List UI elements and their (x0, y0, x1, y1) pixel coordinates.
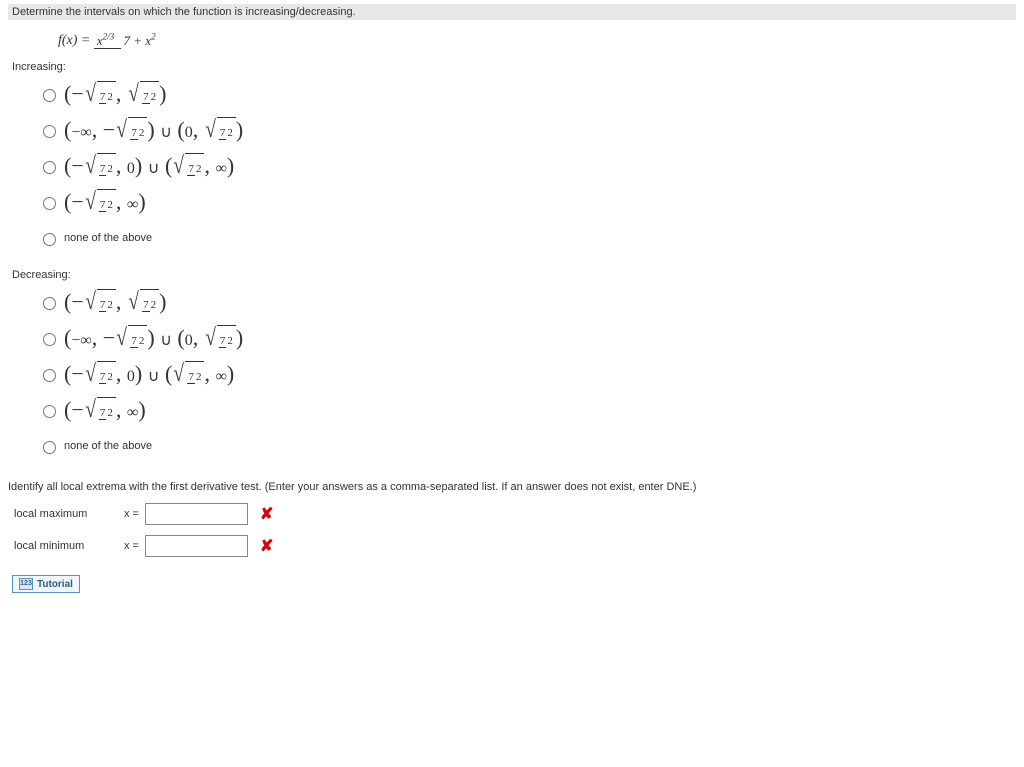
increasing-expr-3: (−√72, 0) ∪ (√72, ∞) (64, 153, 234, 180)
function-denominator: 7 + x2 (121, 33, 159, 48)
local-minimum-row: local minimum x = ✘ (8, 535, 1016, 557)
increasing-option-1: (−√72, √72) (38, 79, 1016, 109)
increasing-option-5: none of the above (38, 223, 1016, 253)
increasing-radio-5[interactable] (43, 233, 56, 246)
local-maximum-input[interactable] (145, 503, 248, 525)
decreasing-expr-3: (−√72, 0) ∪ (√72, ∞) (64, 361, 234, 388)
decreasing-option-2: (−∞, −√72) ∪ (0, √72) (38, 323, 1016, 353)
decreasing-option-1: (−√72, √72) (38, 287, 1016, 317)
wrong-icon: ✘ (260, 536, 273, 556)
tutorial-icon: 123 (19, 578, 33, 590)
increasing-option-3: (−√72, 0) ∪ (√72, ∞) (38, 151, 1016, 181)
decreasing-option-4: (−√72, ∞) (38, 395, 1016, 425)
x-equals-min: x = (124, 540, 139, 552)
increasing-radio-1[interactable] (43, 89, 56, 102)
tutorial-button[interactable]: 123 Tutorial (12, 575, 80, 593)
question-header: Determine the intervals on which the fun… (8, 4, 1016, 20)
increasing-radio-3[interactable] (43, 161, 56, 174)
function-lhs: f(x) = (58, 33, 90, 48)
increasing-none-label: none of the above (64, 232, 152, 244)
question-title: Determine the intervals on which the fun… (12, 6, 356, 18)
increasing-option-4: (−√72, ∞) (38, 187, 1016, 217)
increasing-expr-4: (−√72, ∞) (64, 189, 146, 216)
increasing-expr-2: (−∞, −√72) ∪ (0, √72) (64, 117, 243, 144)
decreasing-expr-1: (−√72, √72) (64, 289, 166, 316)
decreasing-option-5: none of the above (38, 431, 1016, 461)
function-fraction: x2/3 7 + x2 (94, 32, 159, 49)
function-numerator: x2/3 (94, 33, 121, 49)
increasing-radio-4[interactable] (43, 197, 56, 210)
decreasing-radio-4[interactable] (43, 405, 56, 418)
decreasing-expr-4: (−√72, ∞) (64, 397, 146, 424)
decreasing-none-label: none of the above (64, 440, 152, 452)
local-minimum-input[interactable] (145, 535, 248, 557)
local-maximum-label: local maximum (14, 508, 124, 520)
decreasing-radio-2[interactable] (43, 333, 56, 346)
decreasing-radio-3[interactable] (43, 369, 56, 382)
decreasing-options: (−√72, √72) (−∞, −√72) ∪ (0, √72) (−√72,… (38, 287, 1016, 461)
function-display: f(x) = x2/3 7 + x2 (8, 28, 1016, 57)
local-minimum-label: local minimum (14, 540, 124, 552)
decreasing-expr-2: (−∞, −√72) ∪ (0, √72) (64, 325, 243, 352)
increasing-option-2: (−∞, −√72) ∪ (0, √72) (38, 115, 1016, 145)
decreasing-radio-1[interactable] (43, 297, 56, 310)
increasing-options: (−√72, √72) (−∞, −√72) ∪ (0, √72) (−√72,… (38, 79, 1016, 253)
extrema-section: Identify all local extrema with the firs… (8, 481, 1016, 593)
local-maximum-row: local maximum x = ✘ (8, 503, 1016, 525)
x-equals-max: x = (124, 508, 139, 520)
increasing-expr-1: (−√72, √72) (64, 81, 166, 108)
tutorial-label: Tutorial (37, 579, 73, 590)
wrong-icon: ✘ (260, 504, 273, 524)
increasing-label: Increasing: (12, 61, 1016, 73)
extrema-prompt: Identify all local extrema with the firs… (8, 481, 1016, 493)
increasing-radio-2[interactable] (43, 125, 56, 138)
decreasing-label: Decreasing: (12, 269, 1016, 281)
decreasing-option-3: (−√72, 0) ∪ (√72, ∞) (38, 359, 1016, 389)
decreasing-radio-5[interactable] (43, 441, 56, 454)
